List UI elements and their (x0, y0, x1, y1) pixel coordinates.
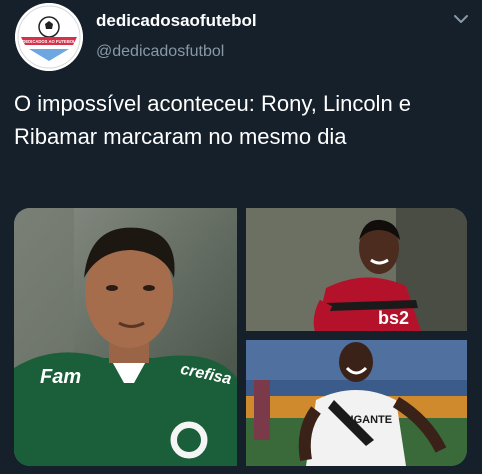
tweet-text: O impossível aconteceu: Rony, Lincoln e … (14, 91, 412, 149)
shirt-sponsor-bs2: bs2 (378, 308, 410, 328)
avatar-logo: DEDICADOS AO FUTEBOL (15, 3, 83, 71)
author-handle[interactable]: @dedicadosfutbol (96, 42, 224, 62)
author-name[interactable]: dedicadosaofutebol (96, 11, 257, 31)
shirt-sponsor-fam: Fam (40, 366, 82, 388)
avatar[interactable]: DEDICADOS AO FUTEBOL (15, 3, 83, 71)
tweet-media[interactable]: Fam crefisa bs2 GIGANTE (14, 208, 467, 466)
shirt-sponsor-gigante: GIGANTE (342, 414, 393, 426)
chevron-down-icon[interactable] (452, 12, 470, 26)
photo-player-flamengo[interactable]: bs2 (246, 208, 467, 331)
photo-player-vasco[interactable]: GIGANTE (246, 340, 467, 466)
photo-player-palmeiras[interactable]: Fam crefisa (14, 208, 237, 466)
tweet: DEDICADOS AO FUTEBOL dedicadosaofutebol … (0, 0, 482, 474)
avatar-text: DEDICADOS AO FUTEBOL (22, 39, 76, 44)
